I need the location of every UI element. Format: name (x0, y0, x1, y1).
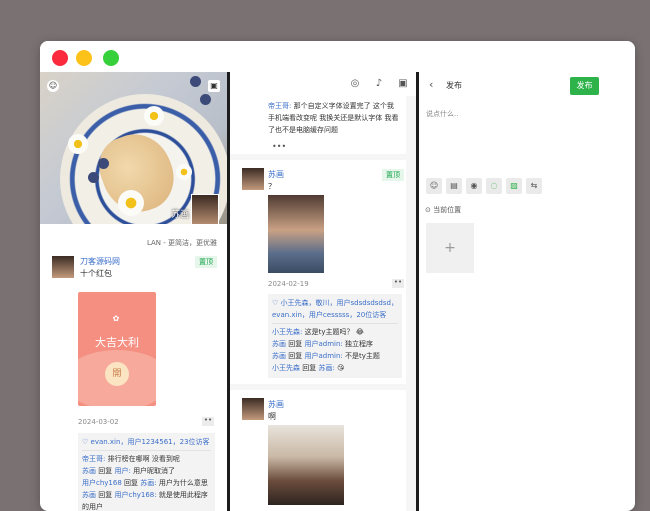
comments-box: 帝王哥: 那个自定义字体设置完了 这个我 手机端看改变呢 我换关还是默认字体 我… (268, 100, 402, 140)
emoji: 😘 (337, 364, 345, 372)
comments-box: ♡ 小王先森，敬川，用户sdsdsdsdsd， evan.xin，用户cesss… (268, 294, 402, 378)
cover-flower-graphic (144, 106, 164, 126)
profile-pane: ☺ ▣ 苏画 LAN - 更简洁，更优雅 刀客源码网 置顶 十个红包 ✿ 大吉大… (40, 72, 227, 511)
profile-cover-image: ☺ ▣ 苏画 (40, 72, 227, 224)
post-text: ？ (268, 182, 276, 191)
more-button[interactable]: •• (202, 417, 214, 426)
envelope-title: 大吉大利 (95, 336, 139, 349)
chat-icon[interactable]: ◌ (486, 178, 502, 194)
post-author[interactable]: 苏画 (268, 399, 284, 410)
image-icon[interactable]: ▨ (506, 178, 522, 194)
post-author[interactable]: 苏画 (268, 169, 284, 180)
panes: ☺ ▣ 苏画 LAN - 更简洁，更优雅 刀客源码网 置顶 十个红包 ✿ 大吉大… (40, 72, 635, 511)
maximize-window-button[interactable] (103, 50, 119, 66)
comment-line[interactable]: 帝王哥: 排行榜在哪啊 没看到呢 (82, 453, 211, 465)
user-icon[interactable]: ☺ (47, 80, 59, 92)
compose-pane: ‹ 发布 发布 说点什么.. ☺ ▤ ◉ ◌ ▨ ⇆ ⊙ 当前位置 + (419, 72, 635, 511)
cover-berry-graphic (88, 172, 99, 183)
avatar[interactable] (52, 256, 74, 278)
comment-line[interactable]: 用户chy168 回复 苏画: 用户为什么意思 (82, 477, 211, 489)
post-card: 帝王哥: 那个自定义字体设置完了 这个我 手机端看改变呢 我换关还是默认字体 我… (230, 96, 406, 154)
comment-line[interactable]: 苏画 回复 用户admin: 独立程序 (272, 338, 398, 350)
broadcast-icon[interactable]: ◉ (466, 178, 482, 194)
comment-line[interactable]: 苏画 回复 用户: 用户昵取消了 (82, 465, 211, 477)
comment-line[interactable]: 小王先森 回复 苏画: 😘 (272, 362, 398, 374)
comment-line[interactable]: 帝王哥: 那个自定义字体设置完了 这个我 (268, 100, 402, 112)
minimize-window-button[interactable] (76, 50, 92, 66)
emoji: 😂 (355, 328, 364, 336)
profile-slogan: LAN - 更简洁，更优雅 (146, 239, 217, 247)
post-date: 2024-03-02 (78, 418, 119, 426)
post-card: 苏画 置顶 ？ 2024-02-19 •• ♡ 小王先森，敬川，用户sdsdsd… (230, 160, 406, 384)
cover-avatar[interactable] (191, 194, 219, 224)
cover-flower-graphic (118, 190, 144, 216)
add-image-button[interactable]: + (426, 223, 474, 273)
post-author[interactable]: 刀客源码网 (80, 256, 120, 267)
close-window-button[interactable] (52, 50, 68, 66)
cover-berry-graphic (98, 158, 109, 169)
more-button[interactable]: ••• (272, 142, 286, 151)
avatar[interactable] (242, 168, 264, 190)
cover-flower-graphic (68, 134, 88, 154)
post-photo[interactable] (268, 195, 324, 273)
avatar[interactable] (242, 398, 264, 420)
cover-username: 苏画 (170, 210, 189, 220)
comment-line[interactable]: 苏画 回复 用户admin: 不是ty主题 (272, 350, 398, 362)
comment-line: 的用户 (82, 503, 103, 511)
post-photo[interactable] (268, 425, 344, 505)
post-card: 刀客源码网 置顶 十个红包 ✿ 大吉大利 開 2024-03-02 •• ♡ e… (40, 248, 227, 511)
feed-pane: ◎ ♪ ▣ 帝王哥: 那个自定义字体设置完了 这个我 手机端看改变呢 我换关还是… (230, 72, 416, 511)
compose-title: 发布 (446, 81, 462, 90)
publish-button[interactable]: 发布 (570, 77, 599, 95)
post-card: 苏画 啊 (230, 390, 406, 511)
post-date: 2024-02-19 (268, 280, 309, 288)
pinned-badge: 置顶 (382, 169, 404, 181)
feed-toolbar: ◎ ♪ ▣ (230, 72, 416, 96)
pinned-badge: 置顶 (195, 256, 217, 268)
comments-box: ♡ evan.xin，用户1234561，23位访客 帝王哥: 排行榜在哪啊 没… (78, 433, 215, 511)
envelope-flower-icon: ✿ (112, 314, 120, 323)
emoji-icon[interactable]: ☺ (426, 178, 442, 194)
back-arrow-icon[interactable]: ‹ (429, 79, 439, 91)
camera-icon[interactable]: ◎ (349, 78, 361, 90)
compose-icon[interactable]: ▣ (208, 80, 220, 92)
likes-line: ♡ 小王先森，敬川，用户sdsdsdsdsd， evan.xin，用户cesss… (272, 297, 398, 324)
heart-icon[interactable]: ♡ (82, 438, 88, 446)
red-envelope[interactable]: ✿ 大吉大利 開 (78, 292, 156, 406)
location-pin-icon: ⊙ (425, 206, 431, 214)
compose-textarea[interactable]: 说点什么.. (426, 109, 458, 119)
post-text: 啊 (268, 412, 276, 421)
location-selector[interactable]: ⊙ 当前位置 (425, 205, 461, 215)
open-envelope-button[interactable]: 開 (105, 362, 129, 386)
title-bar (40, 41, 635, 72)
bell-icon[interactable]: ♪ (373, 78, 385, 90)
comment-line[interactable]: 小王先森: 这是ty主题吗？ 😂 (272, 326, 398, 338)
cover-flower-graphic (176, 164, 192, 180)
more-button[interactable]: •• (392, 279, 404, 288)
compose-icon[interactable]: ▣ (397, 78, 409, 90)
cover-berry-graphic (200, 94, 211, 105)
comment-line: 手机端看改变呢 我换关还是默认字体 我看 (268, 114, 399, 122)
cover-berry-graphic (190, 76, 201, 87)
likes-line: ♡ evan.xin，用户1234561，23位访客 (82, 436, 211, 451)
comment-line: 了也不是电脑缓存问题 (268, 126, 338, 134)
heart-icon[interactable]: ♡ (272, 299, 278, 307)
file-icon[interactable]: ▤ (446, 178, 462, 194)
post-text: 十个红包 (80, 269, 112, 278)
comment-line[interactable]: 苏画 回复 用户chy168: 就是使用此程序 (82, 489, 211, 501)
swap-icon[interactable]: ⇆ (526, 178, 542, 194)
app-window: ☺ ▣ 苏画 LAN - 更简洁，更优雅 刀客源码网 置顶 十个红包 ✿ 大吉大… (40, 41, 635, 511)
compose-header: ‹ 发布 发布 (419, 72, 635, 98)
